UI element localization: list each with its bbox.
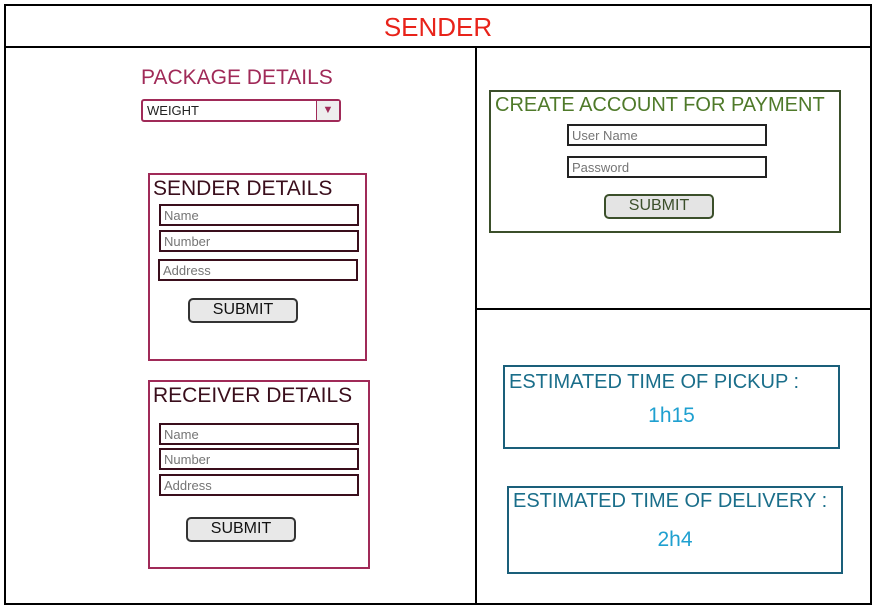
weight-select-value: WEIGHT [147,103,199,118]
delivery-estimate-panel: ESTIMATED TIME OF DELIVERY : 2h4 [507,486,843,574]
sender-name-input[interactable] [159,204,359,226]
receiver-name-input[interactable] [159,423,359,445]
receiver-submit-button[interactable]: SUBMIT [186,517,296,542]
pickup-estimate-value: 1h15 [648,404,695,427]
sender-number-input[interactable] [159,230,359,252]
receiver-address-input[interactable] [159,474,359,496]
sender-address-input[interactable] [158,259,358,281]
column-divider [475,46,477,605]
page-title: SENDER [383,12,493,42]
pickup-estimate-panel: ESTIMATED TIME OF PICKUP : 1h15 [503,365,840,449]
sender-submit-button[interactable]: SUBMIT [188,298,298,323]
create-account-panel: CREATE ACCOUNT FOR PAYMENT SUBMIT [489,90,841,233]
create-account-heading: CREATE ACCOUNT FOR PAYMENT [495,94,825,116]
account-submit-button[interactable]: SUBMIT [604,194,714,219]
right-column-divider [477,308,872,310]
pickup-estimate-label: ESTIMATED TIME OF PICKUP : [509,371,800,393]
sender-details-panel: SENDER DETAILS SUBMIT [148,173,367,361]
delivery-estimate-label: ESTIMATED TIME OF DELIVERY : [513,490,828,512]
chevron-down-icon[interactable]: ▼ [316,101,339,120]
username-input[interactable] [567,124,767,146]
password-input[interactable] [567,156,767,178]
header-divider [4,46,872,48]
receiver-details-panel: RECEIVER DETAILS SUBMIT [148,380,370,569]
sender-details-heading: SENDER DETAILS [153,177,333,200]
weight-select[interactable]: WEIGHT ▼ [141,99,341,122]
receiver-number-input[interactable] [159,448,359,470]
package-details-heading: PACKAGE DETAILS [141,66,333,89]
receiver-details-heading: RECEIVER DETAILS [153,384,353,407]
delivery-estimate-value: 2h4 [657,528,693,551]
